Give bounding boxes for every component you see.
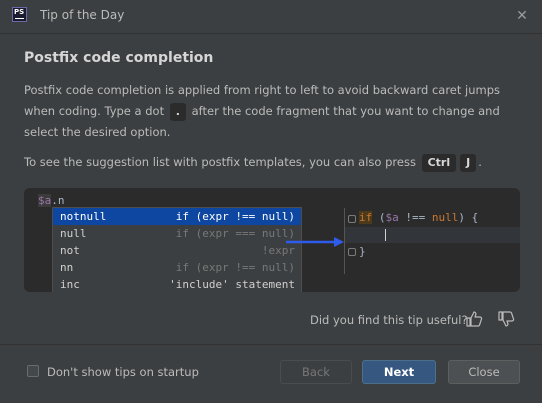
completion-item: null if (expr === null) [53, 225, 301, 242]
completion-key: inc [60, 278, 80, 291]
dont-show-tips-checkbox[interactable] [27, 365, 39, 377]
tip-text: . [478, 155, 482, 169]
code-text: ( [372, 211, 386, 224]
close-icon[interactable]: ✕ [512, 6, 532, 26]
tip-demo-image: $a.n notnull if (expr !== null) null if (e… [24, 188, 520, 292]
thumbs-down-icon[interactable] [496, 309, 516, 329]
current-line-highlight [345, 227, 520, 243]
code-text: !== [398, 211, 432, 224]
result-code-line: if ($a !== null) { [359, 211, 478, 224]
typed-code: $a.n [38, 194, 65, 207]
fold-marker-icon [348, 215, 356, 223]
completion-item: notnull if (expr !== null) [53, 208, 301, 225]
tip-heading: Postfix code completion [24, 50, 214, 66]
code-text: ) { [458, 211, 479, 224]
close-button[interactable]: Close [448, 360, 520, 384]
dont-show-tips-label[interactable]: Don't show tips on startup [47, 365, 199, 379]
code-keyword: null [431, 211, 459, 224]
completion-item: nn if (expr !== null) [53, 259, 301, 276]
completion-key: null [60, 227, 87, 240]
code-variable: $a [385, 211, 399, 224]
completion-key: not [60, 244, 80, 257]
key-j: J [460, 154, 477, 172]
fold-marker-icon [348, 248, 356, 256]
result-code-close: } [359, 245, 366, 258]
completion-item: not !expr [53, 242, 301, 259]
completion-desc: if (expr === null) [175, 227, 295, 240]
next-button[interactable]: Next [362, 360, 436, 384]
code-variable: $a [38, 194, 52, 207]
editor-before: $a.n notnull if (expr !== null) null if (e… [24, 188, 302, 292]
back-button[interactable]: Back [280, 360, 352, 384]
phpstorm-app-icon: PS [12, 7, 27, 22]
thumbs-up-icon[interactable] [464, 309, 484, 329]
tip-text: To see the suggestion list with postfix … [24, 155, 416, 169]
completion-desc: if (expr !== null) [175, 210, 295, 223]
footer-divider [0, 344, 542, 345]
completion-key: notnull [60, 210, 107, 223]
completion-desc: if (expr !== null) [175, 261, 295, 274]
completion-popup: notnull if (expr !== null) null if (expr =… [52, 207, 302, 292]
editor-after: if ($a !== null) { } [344, 208, 520, 274]
app-icon-text: PS [14, 8, 25, 16]
title-bar: PS Tip of the Day ✕ [0, 0, 542, 34]
completion-item: inc 'include' statement [53, 276, 301, 292]
feedback-question: Did you find this tip useful? [310, 313, 468, 327]
key-ctrl: Ctrl [421, 154, 457, 172]
completion-desc: 'include' statement [169, 278, 295, 291]
text-caret [385, 229, 386, 241]
tip-paragraph-1: Postfix code completion is applied from … [24, 80, 520, 143]
completion-key: nn [60, 261, 74, 274]
arrow-right-icon [286, 237, 344, 247]
key-dot: . [169, 103, 186, 121]
tip-paragraph-2: To see the suggestion list with postfix … [24, 152, 520, 173]
code-keyword: if [359, 211, 373, 224]
code-suffix: .n [51, 194, 65, 207]
window-title: Tip of the Day [40, 8, 125, 22]
